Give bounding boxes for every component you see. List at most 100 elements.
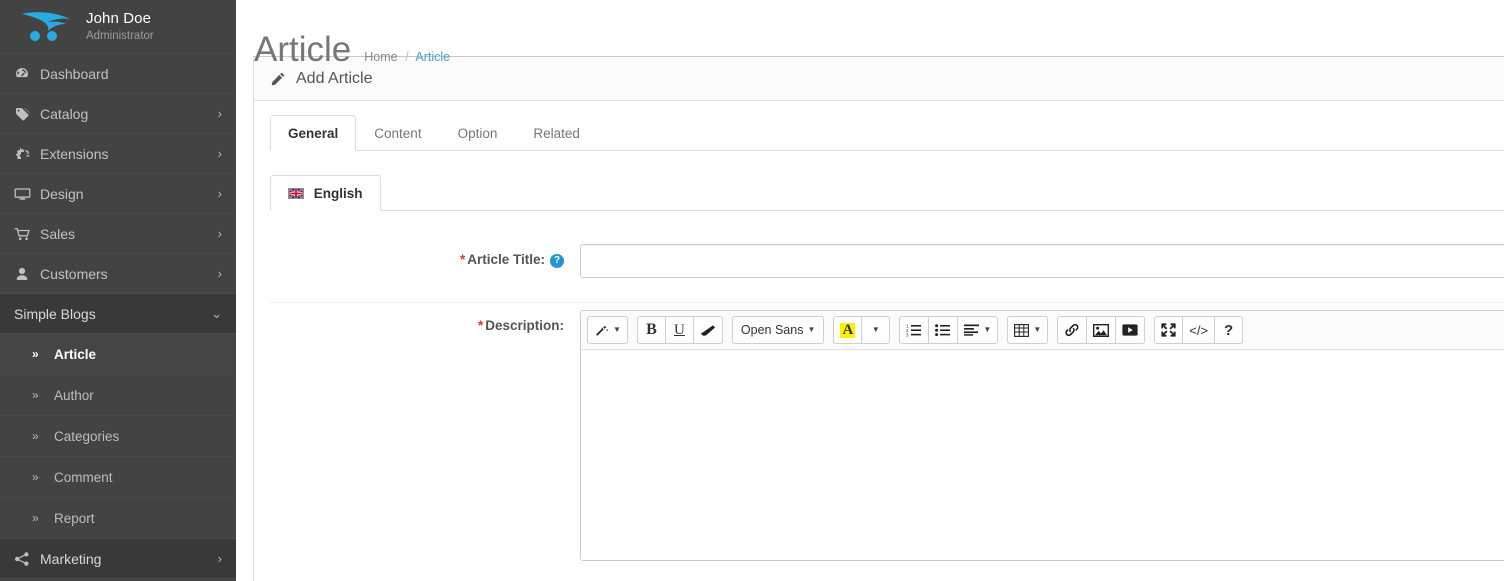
chevron-right-icon: › <box>217 266 222 281</box>
link-button[interactable] <box>1057 316 1088 344</box>
uk-flag-icon <box>288 188 304 199</box>
admin-layout: John Doe Administrator Dashboard Catalog… <box>0 0 1504 581</box>
tag-icon <box>14 106 40 122</box>
pencil-icon <box>270 71 286 87</box>
breadcrumb-current[interactable]: Article <box>415 50 450 64</box>
sidebar-item-customers[interactable]: Customers › <box>0 253 236 294</box>
video-button[interactable] <box>1115 316 1146 344</box>
double-chevron-right-icon: » <box>32 470 39 484</box>
chevron-down-icon: ▼ <box>1033 325 1042 334</box>
sidebar-item-report[interactable]: » Report <box>0 498 236 539</box>
tab-related[interactable]: Related <box>515 115 598 151</box>
page-title: Article <box>254 30 352 70</box>
article-title-field-wrap <box>580 237 1504 278</box>
chevron-down-icon: ▼ <box>871 325 880 334</box>
sidebar-item-marketing[interactable]: Marketing › <box>0 538 236 579</box>
sidebar: John Doe Administrator Dashboard Catalog… <box>0 0 236 581</box>
chevron-right-icon: › <box>217 226 222 241</box>
desktop-icon <box>14 186 40 202</box>
article-title-label: * Article Title:? <box>270 237 580 268</box>
sidebar-item-sales[interactable]: Sales › <box>0 213 236 254</box>
code-view-button[interactable]: </> <box>1182 316 1216 344</box>
page-header: Article Home / Article <box>236 0 1504 67</box>
fullscreen-button[interactable] <box>1154 316 1184 344</box>
help-icon[interactable]: ? <box>550 254 564 268</box>
double-chevron-right-icon: » <box>32 511 39 525</box>
sidebar-item-author[interactable]: » Author <box>0 375 236 416</box>
chevron-right-icon: › <box>217 106 222 121</box>
sidebar-profile[interactable]: John Doe Administrator <box>0 0 236 54</box>
description-label: * Description: <box>270 303 580 333</box>
font-name-button[interactable]: Open Sans ▼ <box>731 316 825 344</box>
opencart-logo-icon[interactable] <box>12 7 80 47</box>
sidebar-item-catalog[interactable]: Catalog › <box>0 93 236 134</box>
sidebar-nav: Dashboard Catalog › Extensions › Design … <box>0 53 236 579</box>
profile-role: Administrator <box>86 29 154 42</box>
tab-content[interactable]: Content <box>356 115 439 151</box>
sidebar-item-categories[interactable]: » Categories <box>0 416 236 457</box>
sidebar-subitem-label: Comment <box>54 469 113 485</box>
editor-content-area[interactable] <box>581 350 1504 560</box>
sidebar-item-label: Dashboard <box>40 65 109 82</box>
tab-language-english[interactable]: English <box>270 175 381 211</box>
add-article-panel: Add Article General Content Option Relat… <box>253 56 1504 581</box>
font-name-label: Open Sans <box>740 323 804 337</box>
editor-toolbar: ▼ B U Open Sans ▼ A ▼ 1 2 3 ▼ ▼ </> ? <box>581 311 1504 350</box>
sidebar-item-label: Catalog <box>40 105 89 122</box>
chevron-down-icon: ▼ <box>613 325 621 334</box>
paragraph-align-button[interactable]: ▼ <box>957 316 999 344</box>
panel-heading-text: Add Article <box>296 69 373 87</box>
sidebar-item-label: Design <box>40 185 84 202</box>
color-dropdown-button[interactable]: ▼ <box>861 316 891 344</box>
breadcrumb-separator: / <box>405 50 409 65</box>
user-icon <box>14 266 40 282</box>
underline-button[interactable]: U <box>664 316 694 344</box>
svg-text:3: 3 <box>906 333 909 337</box>
sidebar-item-extensions[interactable]: Extensions › <box>0 133 236 174</box>
sidebar-subitem-label: Article <box>54 346 97 362</box>
double-chevron-right-icon: » <box>32 429 39 443</box>
chevron-down-icon: ▼ <box>807 325 816 334</box>
form-group-description: * Description: ▼ B U Open Sans ▼ A ▼ 1 2… <box>270 303 1504 581</box>
language-tab-label: English <box>313 186 363 201</box>
help-button[interactable]: ? <box>1214 316 1244 344</box>
sidebar-item-label: Simple Blogs <box>14 305 96 322</box>
remove-format-eraser-button[interactable] <box>692 316 723 344</box>
highlighted-a-glyph: A <box>840 321 856 338</box>
toolbar-group-view: </> ? <box>1154 316 1244 344</box>
recent-color-button[interactable]: A <box>833 316 863 344</box>
toolbar-group-insert <box>1057 316 1146 344</box>
breadcrumb: Home / Article <box>364 50 450 64</box>
profile-name: John Doe <box>86 10 152 28</box>
tab-general[interactable]: General <box>270 115 357 151</box>
sidebar-item-comment[interactable]: » Comment <box>0 457 236 498</box>
bold-button[interactable]: B <box>636 316 666 344</box>
ordered-list-button[interactable]: 123 <box>899 316 930 344</box>
breadcrumb-home[interactable]: Home <box>364 50 397 64</box>
article-title-input[interactable] <box>580 244 1504 278</box>
sidebar-subitem-label: Author <box>54 387 94 403</box>
rich-text-editor: ▼ B U Open Sans ▼ A ▼ 1 2 3 ▼ ▼ </> ? <box>580 310 1504 561</box>
chevron-down-icon: ▼ <box>983 325 992 334</box>
table-button[interactable]: ▼ <box>1007 316 1049 344</box>
sidebar-item-label: Customers <box>40 265 108 282</box>
share-nodes-icon <box>14 551 40 567</box>
sidebar-item-design[interactable]: Design › <box>0 173 236 214</box>
sidebar-item-article[interactable]: » Article <box>0 334 236 375</box>
required-marker: * <box>477 318 484 333</box>
shopping-cart-icon <box>14 226 40 242</box>
tab-option[interactable]: Option <box>440 115 516 151</box>
picture-button[interactable] <box>1086 316 1117 344</box>
language-tabs: English <box>270 175 1504 211</box>
unordered-list-button[interactable] <box>928 316 959 344</box>
dashboard-gauge-icon <box>14 66 40 82</box>
toolbar-group-fontname: Open Sans ▼ <box>731 316 825 344</box>
sidebar-item-dashboard[interactable]: Dashboard <box>0 53 236 94</box>
chevron-right-icon: › <box>217 551 222 566</box>
sidebar-item-simple-blogs[interactable]: Simple Blogs ⌄ <box>0 293 236 334</box>
style-magic-wand-button[interactable]: ▼ <box>587 316 628 344</box>
chevron-right-icon: › <box>217 146 222 161</box>
description-field-wrap: ▼ B U Open Sans ▼ A ▼ 1 2 3 ▼ ▼ </> ? <box>580 303 1504 561</box>
toolbar-group-color: A ▼ <box>833 316 891 344</box>
chevron-down-icon: ⌄ <box>211 306 222 321</box>
